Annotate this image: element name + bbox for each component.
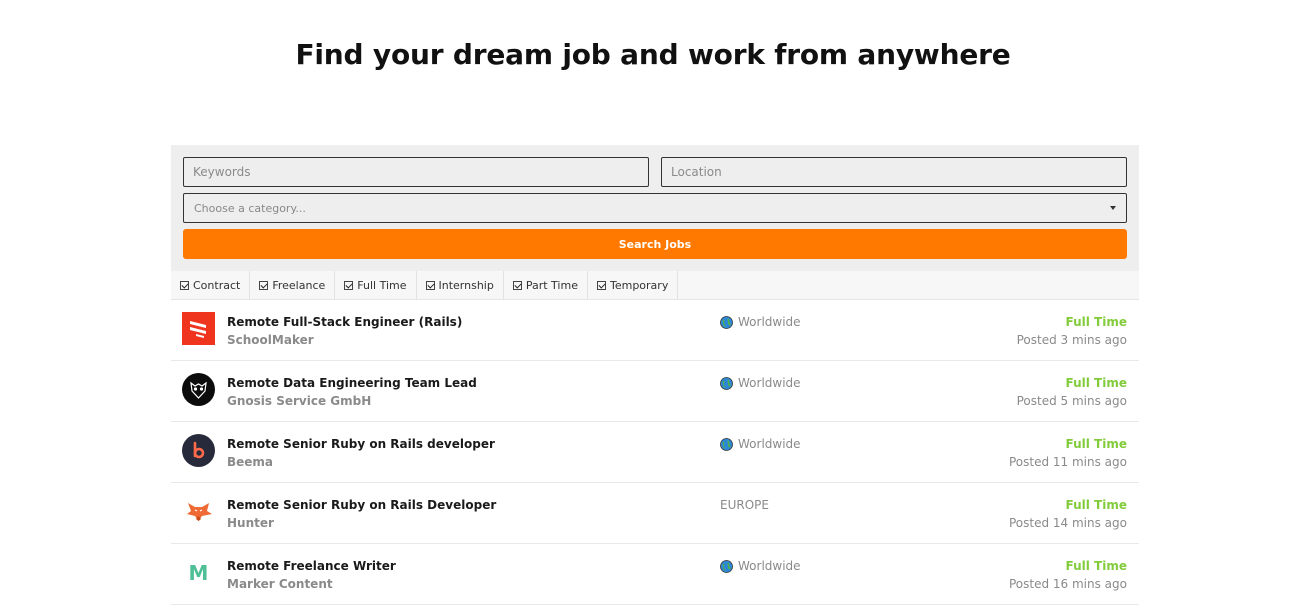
search-jobs-button[interactable]: Search Jobs (183, 229, 1127, 259)
beema-logo-icon (182, 434, 215, 467)
filter-label: Part Time (525, 278, 578, 292)
job-location-text: EUROPE (720, 498, 769, 512)
job-type-badge: Full Time (1065, 376, 1128, 390)
job-location-text: Worldwide (738, 376, 801, 390)
job-type-badge: Full Time (1065, 559, 1128, 573)
globe-icon (720, 315, 733, 329)
job-location-text: Worldwide (738, 315, 801, 329)
job-location: Worldwide (720, 315, 801, 329)
globe-icon (720, 376, 733, 390)
filter-label: Freelance (272, 278, 326, 292)
keywords-input[interactable] (183, 157, 649, 187)
posted-time: Posted 3 mins ago (1016, 333, 1127, 347)
marker-content-logo-icon: M (182, 556, 215, 589)
filter-label: Full Time (357, 278, 407, 292)
filter-freelance[interactable]: Freelance (250, 271, 336, 299)
filter-temporary[interactable]: Temporary (588, 271, 679, 299)
job-title: Remote Senior Ruby on Rails Developer (227, 498, 497, 512)
filter-contract[interactable]: Contract (171, 271, 251, 299)
caret-down-icon (1110, 206, 1116, 210)
filter-full-time[interactable]: Full Time (335, 271, 417, 299)
job-listing[interactable]: Remote Full-Stack Engineer (Rails) Schoo… (171, 300, 1139, 361)
globe-icon (720, 437, 733, 451)
company-name: Beema (227, 455, 274, 469)
job-listing[interactable]: Remote Senior Ruby on Rails developer Be… (171, 422, 1139, 483)
job-title: Remote Freelance Writer (227, 559, 396, 573)
filter-internship[interactable]: Internship (417, 271, 504, 299)
checkbox-checked-icon[interactable] (425, 280, 435, 290)
job-location-text: Worldwide (738, 437, 801, 451)
job-title: Remote Full-Stack Engineer (Rails) (227, 315, 463, 329)
checkbox-checked-icon[interactable] (344, 280, 354, 290)
category-select-label: Choose a category... (194, 201, 306, 215)
schoolmaker-logo-icon (182, 312, 215, 345)
job-location: Worldwide (720, 437, 801, 451)
gnosis-owl-logo-icon (182, 373, 215, 406)
filter-part-time[interactable]: Part Time (504, 271, 588, 299)
job-list: Remote Full-Stack Engineer (Rails) Schoo… (171, 300, 1139, 605)
posted-time: Posted 5 mins ago (1016, 394, 1127, 408)
job-location-text: Worldwide (738, 559, 801, 573)
job-location: Worldwide (720, 376, 801, 390)
job-type-badge: Full Time (1065, 315, 1128, 329)
checkbox-checked-icon[interactable] (180, 280, 189, 290)
job-title: Remote Senior Ruby on Rails developer (227, 437, 495, 451)
checkbox-checked-icon[interactable] (512, 280, 522, 290)
job-location: EUROPE (720, 498, 769, 512)
posted-time: Posted 14 mins ago (1008, 516, 1127, 530)
logo-letter: M (188, 560, 209, 585)
job-location: Worldwide (720, 559, 801, 573)
filter-label: Contract (193, 278, 241, 292)
job-listing[interactable]: M Remote Freelance Writer Marker Content… (171, 544, 1139, 605)
globe-icon (720, 559, 733, 573)
company-name: Marker Content (227, 577, 333, 591)
filter-label: Internship (438, 278, 494, 292)
job-type-filters: Contract Freelance Full Time Internship … (171, 271, 1139, 300)
hunter-fox-logo-icon (182, 495, 215, 528)
company-name: SchoolMaker (227, 333, 314, 347)
posted-time: Posted 11 mins ago (1008, 455, 1127, 469)
search-panel: Choose a category... Search Jobs (171, 145, 1139, 271)
filter-label: Temporary (609, 278, 669, 292)
company-name: Hunter (227, 516, 274, 530)
job-title: Remote Data Engineering Team Lead (227, 376, 477, 390)
job-type-badge: Full Time (1065, 437, 1128, 451)
checkbox-checked-icon[interactable] (596, 280, 606, 290)
page-title: Find your dream job and work from anywhe… (295, 38, 1011, 71)
location-input[interactable] (661, 157, 1127, 187)
job-board: Choose a category... Search Jobs Contrac… (171, 145, 1139, 605)
job-type-badge: Full Time (1065, 498, 1128, 512)
job-listing[interactable]: Remote Senior Ruby on Rails Developer Hu… (171, 483, 1139, 544)
category-select[interactable]: Choose a category... (183, 193, 1127, 223)
company-name: Gnosis Service GmbH (227, 394, 372, 408)
checkbox-checked-icon[interactable] (259, 280, 269, 290)
posted-time: Posted 16 mins ago (1008, 577, 1127, 591)
job-listing[interactable]: Remote Data Engineering Team Lead Gnosis… (171, 361, 1139, 422)
